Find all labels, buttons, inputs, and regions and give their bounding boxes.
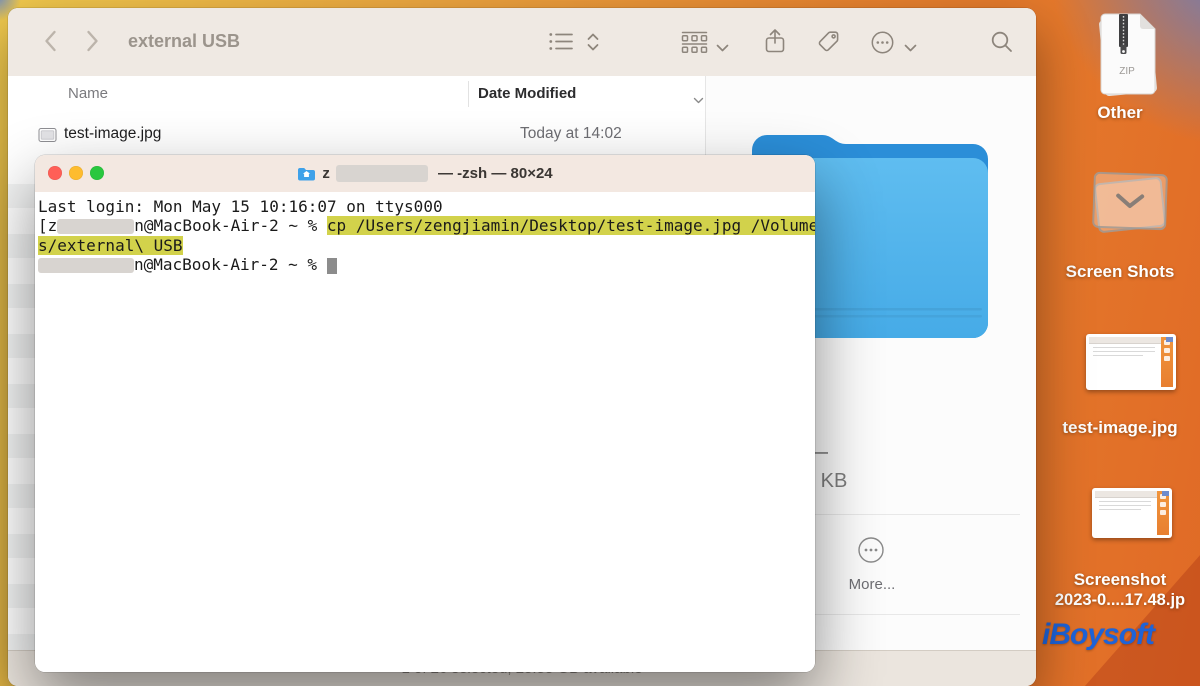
more-ellipsis-icon[interactable] — [857, 536, 885, 569]
search-icon — [990, 30, 1014, 54]
censored-username — [57, 219, 134, 234]
desktop-icon-label-screenshot-line2[interactable]: 2023-0....17.48.jp — [1040, 591, 1200, 610]
terminal-line-command: [z n@MacBook-Air-2 ~ % cp /Users/zengjiam… — [38, 216, 815, 235]
image-file-icon — [38, 127, 57, 148]
test-image-thumbnail-icon[interactable] — [1086, 334, 1176, 390]
screenshots-stack-front — [1092, 172, 1168, 231]
list-view-button[interactable] — [548, 31, 574, 57]
chevron-down-icon — [716, 44, 729, 52]
terminal-title-suffix: — -zsh — 80×24 — [434, 165, 553, 182]
list-header: Name Date Modified — [8, 76, 705, 113]
terminal-line-command-wrap: s/external\ USB — [38, 236, 815, 255]
list-view-icon — [548, 31, 574, 52]
share-button[interactable] — [763, 28, 787, 60]
chevron-left-icon — [44, 30, 57, 52]
tag-button[interactable] — [816, 29, 841, 59]
home-folder-icon — [297, 166, 316, 181]
more-button[interactable]: More... — [806, 576, 938, 593]
share-icon — [763, 28, 787, 55]
chevron-right-icon — [86, 30, 99, 52]
prompt-tail: n@MacBook-Air-2 ~ % — [134, 216, 327, 235]
chevron-down-icon — [1115, 192, 1146, 209]
sort-chevron-icon[interactable] — [693, 91, 704, 109]
file-name: test-image.jpg — [64, 125, 161, 143]
terminal-titlebar[interactable]: z — -zsh — 80×24 — [35, 155, 815, 193]
screenshots-stack-icon[interactable] — [1092, 170, 1168, 236]
column-header-name[interactable]: Name — [68, 85, 108, 102]
highlighted-command-part2: s/external\ USB — [38, 236, 183, 255]
up-down-chevrons-icon — [586, 31, 600, 53]
terminal-cursor — [327, 258, 337, 274]
prompt-open: [z — [38, 216, 57, 235]
file-row-test-image[interactable]: test-image.jpg Today at 14:02 — [8, 112, 705, 159]
desktop-icon-label-screenshots[interactable]: Screen Shots — [1040, 262, 1200, 282]
censored-username — [38, 258, 134, 273]
zip-stack-icon[interactable]: ZIP — [1094, 12, 1166, 105]
desktop: ZIP Other Screen Shots test-image.jpg — [0, 0, 1200, 686]
zip-badge: ZIP — [1119, 66, 1135, 77]
back-button[interactable] — [44, 30, 57, 57]
desktop-icon-label-test-image[interactable]: test-image.jpg — [1040, 418, 1200, 438]
censored-username — [336, 165, 428, 182]
file-date-modified: Today at 14:02 — [520, 125, 622, 143]
view-selector-button[interactable] — [586, 31, 600, 58]
ellipsis-circle-icon — [870, 30, 895, 55]
terminal-window: z — -zsh — 80×24 Last login: Mon May 15 … — [35, 155, 815, 672]
desktop-icon-label-screenshot-line1[interactable]: Screenshot — [1040, 570, 1200, 590]
terminal-line-prompt: n@MacBook-Air-2 ~ % — [38, 255, 815, 274]
desktop-icon-label-other[interactable]: Other — [1040, 103, 1200, 123]
terminal-line-last-login: Last login: Mon May 15 10:16:07 on ttys0… — [38, 197, 815, 216]
thumbnail-preview — [1095, 491, 1169, 535]
prompt-tail: n@MacBook-Air-2 ~ % — [134, 255, 327, 274]
chevron-down-icon — [904, 44, 917, 52]
tag-icon — [816, 29, 841, 54]
finder-toolbar[interactable]: external USB — [8, 8, 1036, 77]
terminal-title: z — -zsh — 80×24 — [35, 155, 815, 192]
iboysoft-watermark: iBoysoft — [1042, 618, 1200, 652]
highlighted-command-part1: cp /Users/zengjiamin/Desktop/test-image.… — [327, 216, 815, 235]
column-header-date-modified[interactable]: Date Modified — [478, 85, 576, 102]
desktop-icon-column: ZIP Other Screen Shots test-image.jpg — [1040, 0, 1200, 686]
screenshot-thumbnail-icon[interactable] — [1092, 488, 1172, 538]
thumbnail-preview — [1089, 337, 1173, 387]
window-title: external USB — [128, 31, 240, 52]
more-menu-chevron[interactable] — [904, 39, 917, 57]
group-menu-chevron[interactable] — [716, 39, 729, 57]
group-icon — [681, 31, 708, 54]
more-actions-button[interactable] — [870, 30, 895, 60]
group-button[interactable] — [681, 31, 708, 59]
column-divider[interactable] — [468, 81, 469, 107]
terminal-title-prefix: z — [322, 165, 330, 182]
search-button[interactable] — [990, 30, 1014, 59]
forward-button[interactable] — [86, 30, 99, 57]
terminal-screen[interactable]: Last login: Mon May 15 10:16:07 on ttys0… — [35, 192, 815, 672]
